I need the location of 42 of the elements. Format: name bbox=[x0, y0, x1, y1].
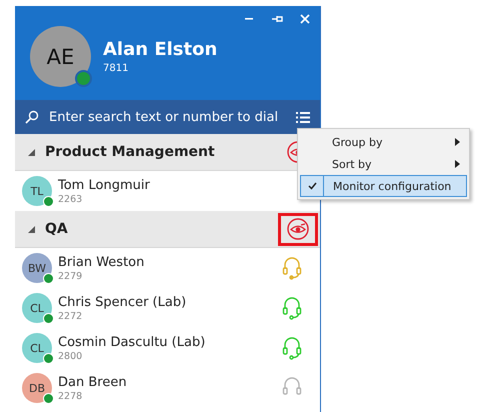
contact-row[interactable]: CL Cosmin Dascultu (Lab) 2800 bbox=[15, 328, 320, 368]
group-name: QA bbox=[45, 221, 69, 237]
menu-item[interactable]: Monitor configuration bbox=[300, 175, 467, 197]
contact-avatar: CL bbox=[22, 293, 52, 323]
user-avatar: AE bbox=[30, 26, 91, 87]
submenu-arrow-icon bbox=[455, 138, 460, 146]
search-field[interactable]: Enter search text or number to dial bbox=[15, 100, 320, 134]
group-header[interactable]: QA bbox=[15, 211, 320, 248]
expand-icon[interactable] bbox=[28, 226, 35, 232]
presence-dot bbox=[43, 393, 54, 404]
contact-name: Chris Spencer (Lab) bbox=[58, 294, 188, 310]
contact-row[interactable]: CL Chris Spencer (Lab) 2272 bbox=[15, 288, 320, 328]
search-icon bbox=[25, 110, 39, 124]
contact-name: Brian Weston bbox=[58, 254, 146, 270]
menu-icon[interactable] bbox=[296, 110, 310, 124]
group-name: Product Management bbox=[45, 144, 216, 160]
contact-extension: 2272 bbox=[58, 310, 84, 322]
contact-extension: 2263 bbox=[58, 194, 84, 204]
contact-extension: 2279 bbox=[58, 270, 84, 282]
contact-avatar: CL bbox=[22, 333, 52, 363]
pin-icon[interactable] bbox=[271, 14, 283, 24]
contact-avatar: DB bbox=[22, 373, 52, 403]
expand-icon[interactable] bbox=[28, 148, 35, 156]
contact-extension: 2278 bbox=[58, 390, 84, 402]
contact-avatar: BW bbox=[22, 253, 52, 283]
submenu-arrow-icon bbox=[455, 160, 460, 168]
contact-extension: 2800 bbox=[58, 350, 84, 362]
contact-name: Dan Breen bbox=[58, 374, 128, 390]
user-name: Alan Elston bbox=[103, 39, 218, 60]
presence-dot bbox=[75, 70, 92, 87]
contact-name: Cosmin Dascultu (Lab) bbox=[58, 334, 206, 350]
presence-dot bbox=[43, 313, 54, 324]
close-icon[interactable] bbox=[300, 14, 310, 24]
check-icon bbox=[308, 182, 316, 190]
contact-name: Tom Longmuir bbox=[58, 178, 151, 192]
contact-avatar: TL bbox=[22, 176, 52, 206]
presence-dot bbox=[43, 273, 54, 284]
search-field[interactable]: Enter search text or number to dial bbox=[49, 110, 286, 124]
presence-dot bbox=[43, 196, 54, 207]
user-extension: 7811 bbox=[103, 63, 130, 74]
presence-dot bbox=[43, 353, 54, 364]
eye-icon[interactable] bbox=[287, 218, 309, 240]
